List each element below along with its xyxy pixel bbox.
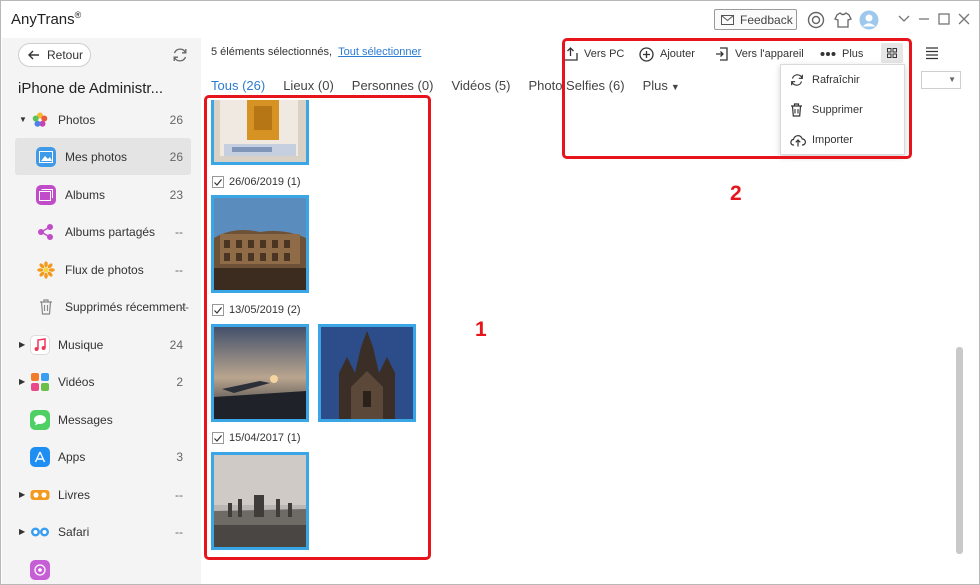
- sidebar-item-partial[interactable]: [2, 551, 201, 584]
- my-photos-icon: [36, 146, 56, 167]
- sidebar-item-music[interactable]: ▶ Musique 24: [2, 326, 201, 363]
- sidebar-item-apps[interactable]: Apps 3: [2, 438, 201, 475]
- sidebar-item-recently-deleted[interactable]: Supprimés récemment --: [2, 288, 201, 325]
- back-button[interactable]: Retour: [18, 43, 91, 67]
- sidebar-item-count: --: [175, 224, 183, 239]
- annotation-number-2: 2: [730, 182, 742, 205]
- sidebar-item-label: Albums: [65, 187, 106, 202]
- podcasts-icon: [30, 559, 50, 580]
- sidebar-item-count: 26: [169, 112, 183, 127]
- sidebar-item-shared-albums[interactable]: Albums partagés --: [2, 213, 201, 250]
- messages-icon: [30, 409, 50, 430]
- sidebar-item-label: Apps: [58, 449, 86, 464]
- sidebar-item-label: Supprimés récemment: [65, 299, 186, 314]
- list-view-icon[interactable]: [924, 45, 940, 61]
- sidebar-item-count: 26: [169, 149, 183, 164]
- sidebar: Retour iPhone de Administr... ▼ Photos 2…: [2, 38, 201, 584]
- skin-shirt-icon[interactable]: [833, 10, 853, 30]
- registered-mark: ®: [74, 10, 82, 20]
- back-label: Retour: [47, 48, 84, 62]
- sidebar-item-label: Mes photos: [65, 149, 128, 164]
- caret-right-icon[interactable]: ▶: [19, 377, 25, 386]
- sidebar-item-label: Livres: [58, 487, 91, 502]
- sidebar-item-my-photos[interactable]: Mes photos 26: [15, 138, 191, 175]
- photo-stream-icon: [36, 260, 56, 280]
- tab-videos[interactable]: Vidéos (5): [451, 78, 510, 98]
- refresh-device-icon[interactable]: [171, 46, 189, 64]
- sidebar-item-count: 23: [169, 187, 183, 202]
- apps-icon: [30, 446, 50, 467]
- music-icon: [30, 334, 50, 355]
- sidebar-item-count: --: [175, 524, 183, 539]
- mail-icon: [721, 14, 734, 25]
- sidebar-item-count: --: [175, 262, 183, 277]
- device-name: iPhone de Administr...: [18, 80, 164, 97]
- sidebar-item-label: Photos: [58, 112, 96, 127]
- scrollbar[interactable]: [956, 347, 963, 554]
- feedback-button[interactable]: Feedback: [714, 9, 797, 30]
- selection-count: 5 éléments sélectionnés,: [211, 46, 333, 58]
- books-icon: [30, 485, 50, 505]
- selection-info: 5 éléments sélectionnés, Tout sélectionn…: [211, 46, 421, 58]
- select-all-link[interactable]: Tout sélectionner: [338, 46, 421, 58]
- support-icon[interactable]: [806, 10, 826, 30]
- caret-right-icon[interactable]: ▶: [19, 490, 25, 499]
- annotation-box-photo-list: [204, 95, 431, 560]
- safari-icon: [30, 522, 50, 542]
- sidebar-item-photo-stream[interactable]: Flux de photos --: [2, 251, 201, 288]
- annotation-number-1: 1: [475, 318, 487, 341]
- sidebar-item-label: Safari: [58, 524, 90, 539]
- sidebar-item-count: --: [181, 299, 189, 314]
- sidebar-item-albums[interactable]: Albums 23: [2, 176, 201, 213]
- sidebar-item-messages[interactable]: Messages: [2, 401, 201, 438]
- sidebar-item-photos[interactable]: ▼ Photos 26: [2, 101, 201, 138]
- sidebar-item-label: Musique: [58, 337, 104, 352]
- sort-dropdown[interactable]: ▼: [921, 71, 961, 89]
- caret-down-icon[interactable]: ▼: [19, 115, 27, 124]
- sidebar-item-label: Flux de photos: [65, 262, 144, 277]
- app-title-text: AnyTrans: [11, 11, 75, 28]
- sidebar-item-count: --: [175, 487, 183, 502]
- caret-right-icon[interactable]: ▶: [19, 340, 25, 349]
- sidebar-item-videos[interactable]: ▶ Vidéos 2: [2, 363, 201, 400]
- close-icon[interactable]: [956, 10, 972, 28]
- chevron-down-icon[interactable]: [896, 10, 912, 28]
- annotation-box-toolbar: [562, 38, 912, 159]
- shared-albums-icon: [36, 222, 56, 242]
- sidebar-item-count: 2: [176, 374, 183, 389]
- sidebar-item-count: 3: [176, 449, 183, 464]
- app-title: AnyTrans®: [11, 10, 81, 28]
- trash-icon: [36, 297, 56, 317]
- videos-icon: [30, 372, 50, 392]
- title-bar: AnyTrans® Feedback: [1, 1, 979, 38]
- sidebar-item-safari[interactable]: ▶ Safari --: [2, 513, 201, 550]
- chevron-down-icon: ▼: [948, 75, 956, 84]
- arrow-left-icon: [28, 50, 39, 60]
- photos-icon: [30, 110, 50, 130]
- sidebar-item-label: Vidéos: [58, 374, 95, 389]
- sidebar-item-count: 24: [169, 337, 183, 352]
- app-window: AnyTrans® Feedback Retour iPhone de Admi…: [0, 0, 980, 585]
- minimize-icon[interactable]: [916, 10, 932, 28]
- albums-icon: [36, 184, 56, 205]
- feedback-label: Feedback: [740, 12, 793, 27]
- sidebar-item-label: Messages: [58, 412, 113, 427]
- sidebar-item-books[interactable]: ▶ Livres --: [2, 476, 201, 513]
- sidebar-item-label: Albums partagés: [65, 224, 156, 239]
- user-avatar-icon[interactable]: [859, 10, 879, 30]
- maximize-icon[interactable]: [936, 10, 952, 28]
- caret-right-icon[interactable]: ▶: [19, 527, 25, 536]
